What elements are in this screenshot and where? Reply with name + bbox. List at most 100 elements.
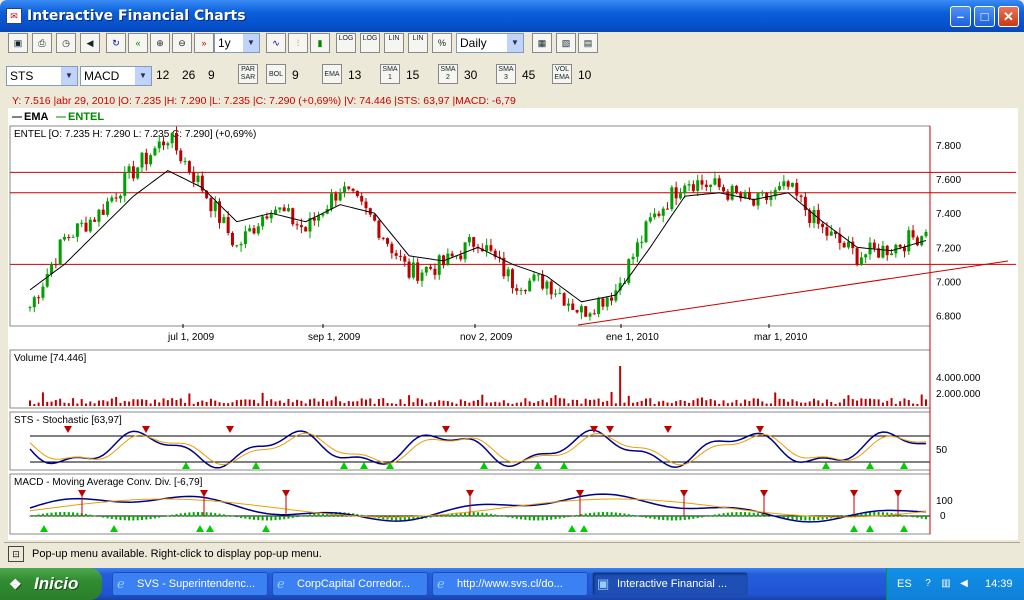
- network-icon[interactable]: ▥: [939, 577, 953, 591]
- chart-svg[interactable]: EMA ENTEL ENTEL [O: 7.235 H: 7.290 L: 7.…: [8, 108, 1018, 540]
- sma2-button[interactable]: SMA 2: [438, 64, 458, 84]
- vol-ema-value[interactable]: 10: [578, 68, 591, 82]
- bar-chart-icon[interactable]: ⫶: [288, 33, 308, 53]
- interval-select[interactable]: Daily ▼: [456, 33, 524, 53]
- candle-body: [657, 213, 661, 216]
- macd-histogram-bar: [235, 516, 238, 518]
- sma3-button[interactable]: SMA 3: [496, 64, 516, 84]
- indicator-toolbar: STS ▼ MACD ▼ 12 26 9 PAR SAR BOL 9 EMA 13 …: [4, 64, 1020, 88]
- volume-bar: [300, 400, 303, 406]
- vol-ema-button[interactable]: VOL EMA: [552, 64, 572, 84]
- sound-icon[interactable]: ◀: [80, 33, 100, 53]
- macd-slow[interactable]: 26: [182, 68, 195, 82]
- ema-value[interactable]: 13: [348, 68, 361, 82]
- chart-image-icon[interactable]: ▧: [556, 33, 576, 53]
- macd-histogram-bar: [589, 512, 591, 517]
- timer-icon[interactable]: ◷: [56, 33, 76, 53]
- macd-histogram-bar: [218, 513, 221, 517]
- bol-button[interactable]: BOL: [266, 64, 286, 84]
- candle-body: [183, 161, 187, 163]
- task-svs[interactable]: ℯ SVS - Superintendenc...: [112, 572, 268, 596]
- sma3-value[interactable]: 45: [522, 68, 535, 82]
- volume-bar: [209, 398, 212, 406]
- macd-histogram-bar: [209, 512, 212, 517]
- volume-bar: [399, 399, 402, 406]
- volume-bar: [477, 399, 479, 406]
- macd-fast[interactable]: 12: [156, 68, 169, 82]
- macd-histogram-bar: [713, 514, 716, 517]
- candle-body: [282, 207, 286, 212]
- candle-body: [821, 223, 825, 228]
- colors-icon[interactable]: ▦: [532, 33, 552, 53]
- volume-bar: [472, 400, 475, 406]
- zoom-out-icon[interactable]: ⊖: [172, 33, 192, 53]
- price-panel[interactable]: ENTEL [O: 7.235 H: 7.290 L: 7.235 C: 7.2…: [9, 125, 1016, 343]
- title-bar[interactable]: ✉ Interactive Financial Charts – □ ✕: [0, 0, 1024, 32]
- help-icon[interactable]: ?: [921, 577, 935, 591]
- macd-histogram-bar: [274, 516, 277, 521]
- log-button[interactable]: LOG: [336, 33, 356, 53]
- rewind-icon[interactable]: «: [128, 33, 148, 53]
- volume-bar: [50, 401, 53, 406]
- bol-value[interactable]: 9: [292, 68, 299, 82]
- language-indicator[interactable]: ES: [897, 578, 912, 590]
- ema-button[interactable]: EMA: [322, 64, 342, 84]
- chart-area[interactable]: EMA ENTEL ENTEL [O: 7.235 H: 7.290 L: 7.…: [8, 108, 1018, 540]
- task-label: http://www.svs.cl/do...: [457, 578, 563, 590]
- macd-histogram-bar: [795, 516, 798, 520]
- start-button[interactable]: ❖ Inicio: [0, 568, 102, 600]
- candle-body: [855, 248, 859, 265]
- candle-body: [286, 208, 290, 212]
- macd-panel[interactable]: MACD - Moving Average Conv. Div. [-6,79]…: [9, 473, 953, 535]
- percent-button[interactable]: %: [432, 33, 452, 53]
- candle-body: [597, 298, 601, 314]
- candle-body: [433, 268, 437, 275]
- candle-body: [41, 286, 45, 298]
- save-icon[interactable]: ▣: [8, 33, 28, 53]
- sma1-value[interactable]: 15: [406, 68, 419, 82]
- macd-signal[interactable]: 9: [208, 68, 215, 82]
- volume-bar: [916, 403, 919, 406]
- par-sar-button[interactable]: PAR SAR: [238, 64, 258, 84]
- symbol-select[interactable]: STS ▼: [6, 66, 78, 86]
- volume-bar: [662, 400, 665, 406]
- candle-body: [588, 313, 592, 317]
- sma1-button[interactable]: SMA 1: [380, 64, 400, 84]
- data-table-icon[interactable]: ▤: [578, 33, 598, 53]
- lin-button[interactable]: LIN: [384, 33, 404, 53]
- sma2-value[interactable]: 30: [464, 68, 477, 82]
- volume-bar: [507, 403, 510, 406]
- zoom-in-icon[interactable]: ⊕: [150, 33, 170, 53]
- task-corpcapital[interactable]: ℯ CorpCapital Corredor...: [272, 572, 428, 596]
- task-svs-doc[interactable]: ℯ http://www.svs.cl/do...: [432, 572, 588, 596]
- candle-body: [304, 227, 308, 232]
- volume-panel[interactable]: Volume [74.446] 4.000.000 2.000.000: [9, 349, 981, 409]
- close-button[interactable]: ✕: [998, 6, 1019, 27]
- macd-histogram-bar: [558, 516, 561, 519]
- refresh-icon[interactable]: ↻: [106, 33, 126, 53]
- period-select[interactable]: 1y ▼: [214, 33, 260, 53]
- volume-icon[interactable]: ◀: [957, 577, 971, 591]
- maximize-button[interactable]: □: [974, 6, 995, 27]
- indicator-select[interactable]: MACD ▼: [80, 66, 152, 86]
- candle-chart-icon[interactable]: ▮: [310, 33, 330, 53]
- candle-body: [631, 256, 635, 260]
- log-diff-button[interactable]: LOG: [360, 33, 380, 53]
- candle-body: [532, 274, 536, 281]
- volume-bar: [442, 400, 445, 406]
- period-value: 1y: [218, 36, 231, 50]
- minimize-button[interactable]: –: [950, 6, 971, 27]
- line-chart-icon[interactable]: ∿: [266, 33, 286, 53]
- candle-body: [153, 148, 157, 156]
- volume-bar: [545, 402, 548, 406]
- lin-diff-button[interactable]: LIN: [408, 33, 428, 53]
- macd-histogram-bar: [46, 513, 49, 517]
- task-financial-charts[interactable]: ▣ Interactive Financial ...: [592, 572, 748, 596]
- forward-icon[interactable]: »: [194, 33, 214, 53]
- volume-bar: [748, 401, 751, 406]
- candle-body: [407, 261, 411, 278]
- print-icon[interactable]: ⎙: [32, 33, 52, 53]
- volume-bar: [533, 402, 535, 406]
- volume-bar: [304, 403, 307, 406]
- stochastic-panel[interactable]: STS - Stochastic [63,97] 50: [9, 411, 948, 471]
